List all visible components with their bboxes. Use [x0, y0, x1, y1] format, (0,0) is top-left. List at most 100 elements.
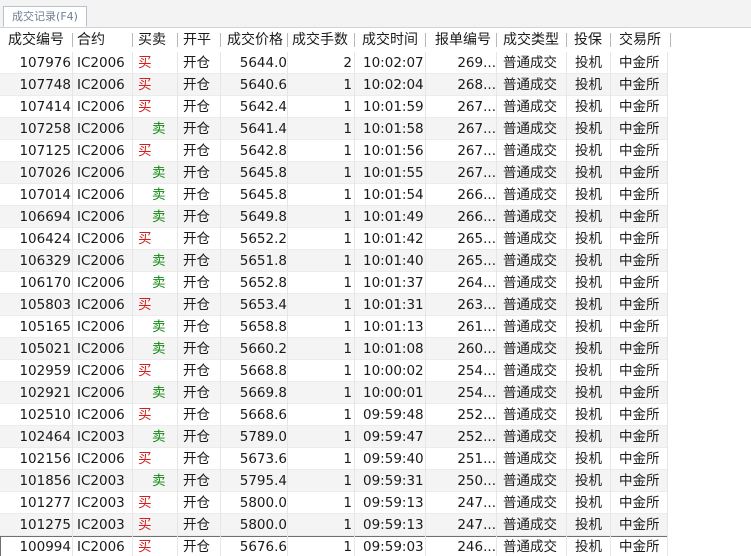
trade-records-grid[interactable]: 成交编号 合约 买卖 开平 成交价格 成交手数 成交时间 报单编号 成交类型 投保 交易所 1079… [0, 28, 751, 556]
trade-records-window: 成交记录(F4) 成交编号 合约 买卖 开平 成交价格 成交手数 成交时间 报单编号 成交类型投… [0, 0, 751, 556]
table-row[interactable]: 106424 IC2006 买 开仓 5652.2 1 10:01:42 265... 普通成交… [0, 228, 751, 250]
cell-id: 105803 [19, 297, 71, 313]
col-header-offset[interactable]: 开平 [183, 28, 211, 52]
table-row[interactable]: 106694 IC2006 卖 开仓 5649.8 1 10:01:49 266... 普通成交… [0, 206, 751, 228]
column-resize-handle[interactable] [220, 33, 221, 47]
column-resize-handle[interactable] [670, 33, 671, 47]
column-resize-handle[interactable] [177, 33, 178, 47]
column-divider [354, 492, 355, 514]
cell-order: 252... [457, 407, 496, 423]
table-row[interactable]: 107026 IC2006 卖 开仓 5645.8 1 10:01:55 267... 普通成交… [0, 162, 751, 184]
table-row[interactable]: 105165 IC2006 卖 开仓 5658.8 1 10:01:13 261... 普通成交… [0, 316, 751, 338]
cell-price: 5653.4 [239, 297, 287, 313]
column-divider [566, 74, 567, 96]
column-divider [132, 404, 133, 426]
cell-time: 10:01:37 [363, 275, 424, 291]
cell-id: 107976 [19, 55, 71, 71]
column-resize-handle[interactable] [354, 33, 355, 47]
cell-contract: IC2006 [77, 451, 125, 467]
column-resize-handle[interactable] [72, 33, 73, 47]
cell-contract: IC2006 [77, 341, 125, 357]
cell-offset: 开仓 [183, 55, 210, 71]
column-divider [425, 448, 426, 470]
cell-id: 102156 [19, 451, 71, 467]
cell-contract: IC2006 [77, 165, 125, 181]
cell-qty: 1 [343, 121, 352, 137]
table-row[interactable]: 101277 IC2003 买 开仓 5800.0 1 09:59:13 247... 普通成交… [0, 492, 751, 514]
table-row[interactable]: 101856 IC2003 卖 开仓 5795.4 1 09:59:31 250... 普通成交… [0, 470, 751, 492]
column-divider [132, 382, 133, 404]
col-header-contract[interactable]: 合约 [77, 28, 105, 52]
column-divider [425, 118, 426, 140]
cell-time: 09:59:40 [363, 451, 424, 467]
table-row[interactable]: 107014 IC2006 卖 开仓 5645.8 1 10:01:54 266... 普通成交… [0, 184, 751, 206]
cell-contract: IC2006 [77, 407, 125, 423]
cell-side: 买 [138, 143, 152, 159]
cell-exchange: 中金所 [619, 517, 660, 533]
table-row[interactable]: 100994 IC2006 买 开仓 5676.6 1 09:59:03 246... 普通成交… [0, 536, 751, 556]
table-row[interactable]: 107258 IC2006 卖 开仓 5641.4 1 10:01:58 267... 普通成交… [0, 118, 751, 140]
cell-hedge: 投机 [575, 55, 602, 71]
table-row[interactable]: 102921 IC2006 卖 开仓 5669.8 1 10:00:01 254... 普通成交… [0, 382, 751, 404]
cell-contract: IC2006 [77, 297, 125, 313]
col-header-price[interactable]: 成交价格 [227, 28, 283, 52]
cell-hedge: 投机 [575, 165, 602, 181]
column-divider [354, 360, 355, 382]
table-row[interactable]: 106329 IC2006 卖 开仓 5651.8 1 10:01:40 265... 普通成交… [0, 250, 751, 272]
col-header-exchange[interactable]: 交易所 [619, 28, 661, 52]
column-resize-handle[interactable] [132, 33, 133, 47]
table-row[interactable]: 102959 IC2006 买 开仓 5668.8 1 10:00:02 254... 普通成交… [0, 360, 751, 382]
cell-id: 107414 [19, 99, 71, 115]
column-divider [667, 338, 668, 360]
cell-hedge: 投机 [575, 341, 602, 357]
column-divider [132, 250, 133, 272]
col-header-hedge[interactable]: 投保 [574, 28, 602, 52]
column-divider [177, 294, 178, 316]
table-row[interactable]: 102464 IC2003 卖 开仓 5789.0 1 09:59:47 252... 普通成交… [0, 426, 751, 448]
tab-trade-records[interactable]: 成交记录(F4) [3, 6, 87, 27]
cell-price: 5649.8 [239, 209, 287, 225]
col-header-order-id[interactable]: 报单编号 [435, 28, 491, 52]
column-divider [496, 426, 497, 448]
column-divider [610, 52, 611, 74]
table-row[interactable]: 106170 IC2006 卖 开仓 5652.8 1 10:01:37 264... 普通成交… [0, 272, 751, 294]
col-header-qty[interactable]: 成交手数 [292, 28, 348, 52]
cell-type: 普通成交 [503, 187, 557, 203]
cell-hedge: 投机 [575, 231, 602, 247]
table-row[interactable]: 101275 IC2003 买 开仓 5800.0 1 09:59:13 247... 普通成交… [0, 514, 751, 536]
column-divider [566, 448, 567, 470]
table-row[interactable]: 107748 IC2006 买 开仓 5640.6 1 10:02:04 268... 普通成交… [0, 74, 751, 96]
cell-price: 5800.0 [239, 517, 287, 533]
column-resize-handle[interactable] [425, 33, 426, 47]
col-header-trade-id[interactable]: 成交编号 [8, 28, 64, 52]
cell-side: 卖 [152, 275, 166, 291]
column-resize-handle[interactable] [566, 33, 567, 47]
table-row[interactable]: 102510 IC2006 买 开仓 5668.6 1 09:59:48 252... 普通成交… [0, 404, 751, 426]
col-header-time[interactable]: 成交时间 [362, 28, 418, 52]
cell-offset: 开仓 [183, 77, 210, 93]
cell-id: 101275 [19, 517, 71, 533]
col-header-trade-type[interactable]: 成交类型 [503, 28, 559, 52]
cell-hedge: 投机 [575, 451, 602, 467]
column-divider [220, 184, 221, 206]
column-divider [566, 404, 567, 426]
column-divider [610, 140, 611, 162]
column-divider [496, 316, 497, 338]
table-row[interactable]: 107414 IC2006 买 开仓 5642.4 1 10:01:59 267... 普通成交… [0, 96, 751, 118]
column-resize-handle[interactable] [496, 33, 497, 47]
column-resize-handle[interactable] [610, 33, 611, 47]
table-row[interactable]: 107125 IC2006 买 开仓 5642.8 1 10:01:56 267... 普通成交… [0, 140, 751, 162]
column-divider [610, 382, 611, 404]
cell-type: 普通成交 [503, 297, 557, 313]
cell-id: 101277 [19, 495, 71, 511]
table-row[interactable]: 102156 IC2006 买 开仓 5673.6 1 09:59:40 251... 普通成交… [0, 448, 751, 470]
cell-exchange: 中金所 [619, 363, 660, 379]
cell-hedge: 投机 [575, 77, 602, 93]
column-divider [354, 448, 355, 470]
table-row[interactable]: 105021 IC2006 卖 开仓 5660.2 1 10:01:08 260... 普通成交… [0, 338, 751, 360]
table-row[interactable]: 105803 IC2006 买 开仓 5653.4 1 10:01:31 263... 普通成交… [0, 294, 751, 316]
cell-hedge: 投机 [575, 363, 602, 379]
col-header-side[interactable]: 买卖 [138, 28, 166, 52]
column-resize-handle[interactable] [287, 33, 288, 47]
table-row[interactable]: 107976 IC2006 买 开仓 5644.0 2 10:02:07 269... 普通成交… [0, 52, 751, 74]
